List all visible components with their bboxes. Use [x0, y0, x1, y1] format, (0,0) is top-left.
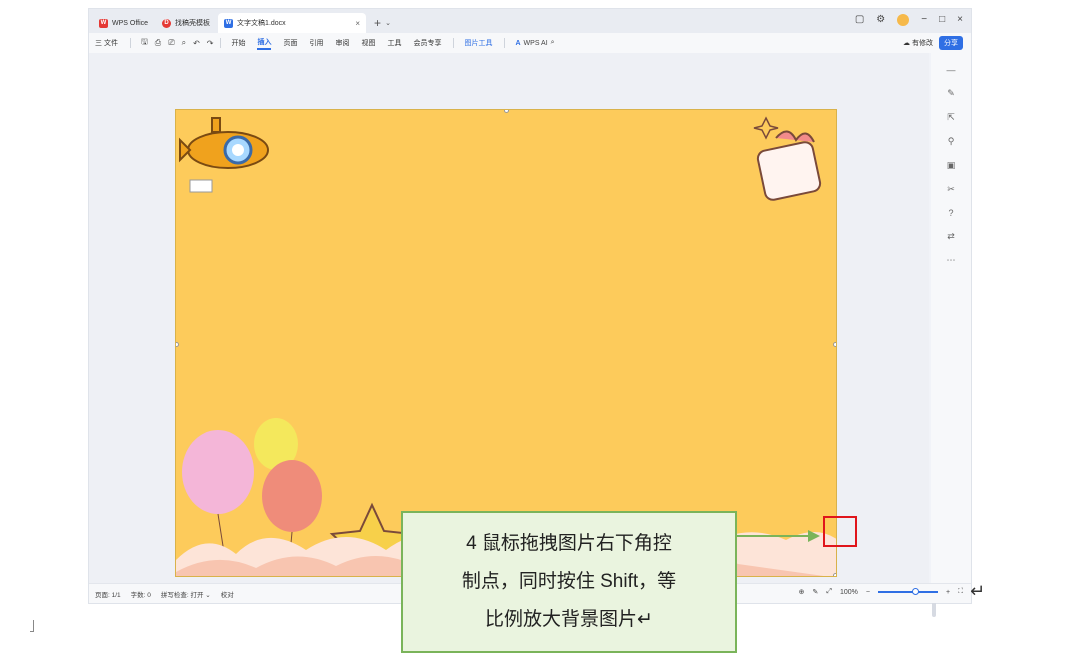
right-toolbar: — ✎ ⇱ ⚲ ▣ ✂ ? ⇄ ⋯	[931, 53, 971, 585]
ribbon-right: ☁ 有修改 分享	[903, 36, 963, 50]
gift-illustration	[753, 116, 822, 201]
tab-bar: W WPS Office D 找稿壳模板 W 文字文稿1.docx × + ⌄ …	[89, 9, 971, 33]
window-controls: ▢ ⚙ − □ ×	[855, 14, 963, 26]
page-count: 页面: 1/1	[95, 591, 121, 599]
divider	[220, 38, 222, 48]
resize-handle-right[interactable]	[833, 342, 836, 347]
web-view-icon[interactable]: ⊕	[799, 588, 805, 596]
callout-line-1: 4 鼠标拖拽图片右下角控	[466, 533, 672, 554]
highlight-resize-corner	[823, 516, 857, 547]
tab-wps-label: WPS Office	[112, 19, 149, 27]
tab-wps-office[interactable]: W WPS Office	[93, 13, 154, 33]
search-icon[interactable]: ⌕	[551, 39, 555, 47]
tab-document[interactable]: W 文字文稿1.docx ×	[218, 13, 367, 33]
resize-handle-bottom-right[interactable]	[833, 573, 836, 576]
tab-document-label: 文字文稿1.docx	[237, 20, 286, 27]
undo-icon[interactable]: ↶	[193, 39, 200, 48]
paragraph-return-mark: ↵	[970, 581, 986, 601]
share-button[interactable]: 分享	[939, 36, 963, 50]
zoom-in-button[interactable]: +	[946, 589, 950, 596]
translate-icon[interactable]: ⇄	[947, 231, 955, 242]
file-menu[interactable]: 三 文件	[95, 38, 118, 48]
wps-logo-icon: W	[99, 18, 108, 28]
word-doc-icon: W	[224, 18, 234, 28]
background-artwork	[176, 116, 836, 576]
avatar[interactable]	[897, 14, 910, 26]
edit-view-icon[interactable]: ✎	[813, 588, 819, 596]
page-corner-mark	[30, 620, 34, 632]
ribbon-tab-view[interactable]: 视图	[361, 38, 375, 48]
submarine-illustration	[179, 117, 269, 169]
save-icon[interactable]: 🖫	[141, 36, 148, 50]
redo-icon[interactable]: ↷	[207, 39, 214, 48]
tab-template[interactable]: D 找稿壳模板	[156, 13, 216, 33]
settings-icon[interactable]: ⚙	[876, 14, 885, 26]
ribbon-tab-picture-tools[interactable]: 图片工具	[464, 38, 492, 48]
zoom-controls: ⊕ ✎ ⤢ 100% − + ⛶	[799, 588, 963, 596]
restore-icon[interactable]: ▢	[855, 14, 864, 26]
divider	[504, 38, 506, 48]
export-icon[interactable]: ⎙	[155, 38, 161, 48]
divider	[129, 38, 131, 48]
collapse-icon[interactable]: —	[947, 65, 956, 75]
instruction-callout: 4 鼠标拖拽图片右下角控 制点，同时按住 Shift，等 比例放大背景图片↵	[401, 511, 737, 653]
help-icon[interactable]: ?	[948, 208, 953, 218]
crop-icon[interactable]: ✂	[947, 184, 955, 195]
layout-options-icon	[189, 179, 213, 193]
tutorial-screenshot: W WPS Office D 找稿壳模板 W 文字文稿1.docx × + ⌄ …	[0, 0, 1080, 669]
ribbon-tab-insert[interactable]: 插入	[257, 37, 272, 50]
tab-dropdown-icon[interactable]: ⌄	[385, 13, 391, 33]
zoom-out-button[interactable]: −	[866, 589, 870, 596]
zoom-level[interactable]: 100%	[840, 589, 858, 596]
ribbon-tab-references[interactable]: 引用	[309, 38, 323, 48]
select-icon[interactable]: ⇱	[947, 112, 955, 123]
ribbon-tab-page[interactable]: 页面	[283, 38, 297, 48]
image-icon[interactable]: ▣	[947, 160, 956, 171]
tab-close-icon[interactable]: ×	[355, 19, 360, 28]
background-image[interactable]	[175, 109, 837, 577]
print-icon[interactable]: ⎚	[168, 38, 174, 48]
ribbon-tab-tools[interactable]: 工具	[387, 38, 401, 48]
callout-line-2: 制点，同时按住 Shift，等	[461, 571, 677, 592]
minimize-icon[interactable]: −	[921, 14, 927, 26]
ribbon-tab-home[interactable]: 开始	[231, 38, 245, 48]
document-workspace	[89, 53, 936, 617]
preview-icon[interactable]: ⌕	[182, 38, 186, 48]
wps-ai-button[interactable]: A WPS AI ⌕	[515, 39, 554, 47]
maximize-icon[interactable]: □	[939, 14, 945, 26]
template-icon: D	[162, 18, 172, 28]
zoom-slider-thumb[interactable]	[912, 588, 919, 595]
has-changes-button[interactable]: ☁ 有修改	[903, 38, 933, 48]
divider	[453, 38, 455, 48]
ribbon-tab-review[interactable]: 审阅	[335, 38, 349, 48]
ribbon-tab-member[interactable]: 会员专享	[413, 38, 441, 48]
tab-template-label: 找稿壳模板	[175, 20, 211, 27]
adjust-icon[interactable]: ⚲	[948, 136, 955, 147]
word-count: 字数: 0	[130, 591, 151, 599]
spell-check-toggle[interactable]: 拼写检查: 打开 ⌄	[161, 589, 211, 599]
more-icon[interactable]: ⋯	[947, 255, 956, 266]
wps-ai-label: WPS AI	[523, 39, 548, 47]
pen-icon[interactable]: ✎	[947, 88, 955, 99]
proofread-button[interactable]: 校对	[221, 589, 234, 599]
new-tab-icon[interactable]: +	[374, 13, 381, 33]
fit-icon[interactable]: ⤢	[826, 588, 832, 596]
wps-ai-icon: A	[515, 39, 521, 47]
callout-line-3: 比例放大背景图片↵	[485, 609, 653, 630]
close-icon[interactable]: ×	[957, 14, 963, 26]
fullscreen-icon[interactable]: ⛶	[958, 588, 963, 596]
zoom-slider[interactable]	[878, 588, 938, 595]
ribbon: 三 文件 🖫 ⎙ ⎚ ⌕ ↶ ↷ 开始 插入 页面 引用 审阅 视图 工具 会员…	[89, 33, 971, 53]
